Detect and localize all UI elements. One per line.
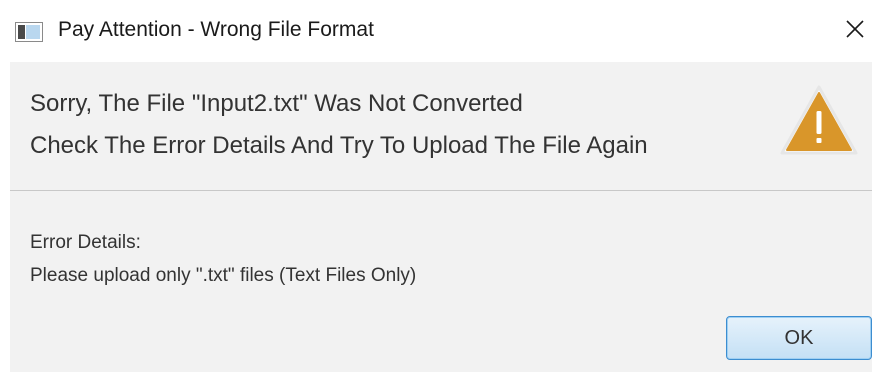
- java-window-icon: [15, 22, 43, 42]
- warning-icon: [780, 84, 858, 156]
- window-title: Pay Attention - Wrong File Format: [58, 18, 374, 41]
- header-message-line-1: Sorry, The File "Input2.txt" Was Not Con…: [30, 90, 523, 117]
- close-icon: [845, 19, 865, 44]
- error-details-message: Please upload only ".txt" files (Text Fi…: [30, 265, 417, 286]
- alert-dialog: Pay Attention - Wrong File Format Sorry,…: [0, 0, 883, 372]
- error-details-label: Error Details:: [30, 232, 141, 253]
- dialog-header: Sorry, The File "Input2.txt" Was Not Con…: [10, 62, 872, 191]
- title-bar[interactable]: Pay Attention - Wrong File Format: [0, 0, 883, 62]
- close-button[interactable]: [827, 0, 883, 62]
- header-message-line-2: Check The Error Details And Try To Uploa…: [30, 132, 648, 159]
- ok-button[interactable]: OK: [726, 316, 872, 360]
- dialog-content: Error Details: Please upload only ".txt"…: [10, 191, 872, 372]
